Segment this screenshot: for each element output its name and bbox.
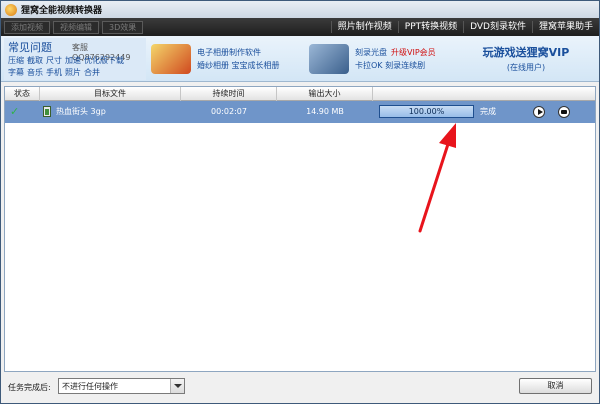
col-file[interactable]: 目标文件 [40, 87, 181, 101]
task-list: 状态 目标文件 持续时间 输出大小 ✓ 热血街头 3gp 00:02:07 14… [4, 86, 596, 372]
effect-3d-button[interactable]: 3D效果 [102, 20, 144, 34]
faq-title[interactable]: 常见问题 [8, 39, 52, 55]
album-promo-links: 电子相册制作软件 婚纱相册 宝宝成长相册 [197, 47, 280, 71]
burn-disc-link[interactable]: 刻录光盘 [355, 47, 387, 58]
faq-link-merge[interactable]: 合并 [84, 67, 100, 78]
apple-helper-link[interactable]: 狸窝苹果助手 [531, 21, 599, 33]
col-duration[interactable]: 持续时间 [181, 87, 277, 101]
table-header: 状态 目标文件 持续时间 输出大小 [5, 87, 595, 101]
vip-upgrade-link[interactable]: 升级VIP会员 [391, 47, 436, 58]
progress-bar: 100.00% [379, 105, 474, 118]
dvd-promo-line1: 刻录光盘 升级VIP会员 [355, 47, 436, 58]
progress-text: 100.00% [408, 107, 445, 116]
window-title: 狸窝全能视频转换器 [21, 6, 103, 16]
promo-banner: 常见问题 客服QQ876292449 压缩 截取 尺寸 加速 优化版下载 字幕 … [1, 36, 599, 82]
task-state: 完成 [480, 107, 496, 116]
wedding-album-link[interactable]: 婚纱相册 宝宝成长相册 [197, 60, 280, 71]
video-edit-button[interactable]: 视频编辑 [53, 20, 99, 34]
after-complete-select[interactable]: 不进行任何操作 [58, 378, 185, 394]
faq-panel: 常见问题 客服QQ876292449 压缩 截取 尺寸 加速 优化版下载 字幕 … [4, 38, 146, 80]
karaoke-link[interactable]: 卡拉OK 刻录连续剧 [355, 60, 436, 71]
after-complete-value: 不进行任何操作 [62, 382, 118, 391]
output-size: 14.90 MB [306, 107, 344, 116]
open-folder-button[interactable] [558, 106, 570, 118]
after-complete-label: 任务完成后: [8, 383, 51, 392]
ppt-video-link[interactable]: PPT转换视频 [397, 21, 463, 33]
folder-icon [561, 110, 567, 114]
col-size[interactable]: 输出大小 [277, 87, 373, 101]
duration: 00:02:07 [211, 107, 247, 116]
faq-link-download[interactable]: 优化版下载 [84, 55, 124, 66]
play-icon [538, 109, 543, 115]
faq-link-speed[interactable]: 加速 [65, 55, 81, 66]
faq-link-compress[interactable]: 压缩 [8, 55, 24, 66]
app-window: 狸窝全能视频转换器 添加视频 视频编辑 3D效果 照片制作视频 PPT转换视频 … [0, 0, 600, 404]
faq-links-row1: 压缩 截取 尺寸 加速 优化版下载 [8, 55, 124, 66]
faq-link-photo[interactable]: 照片 [65, 67, 81, 78]
table-row[interactable]: ✓ 热血街头 3gp 00:02:07 14.90 MB 100.00% 完成 [5, 101, 595, 123]
toolbar: 添加视频 视频编辑 3D效果 照片制作视频 PPT转换视频 DVD刻录软件 狸窝… [1, 18, 599, 36]
vip-subtitle: (在线用户) [506, 63, 546, 72]
app-logo-icon [5, 3, 17, 16]
album-promo: 电子相册制作软件 婚纱相册 宝宝成长相册 [151, 44, 280, 74]
faq-link-phone[interactable]: 手机 [46, 67, 62, 78]
album-software-link[interactable]: 电子相册制作软件 [197, 47, 280, 58]
dvd-promo: 刻录光盘 升级VIP会员 卡拉OK 刻录连续剧 [309, 44, 436, 74]
ppt-album-icon[interactable] [151, 44, 191, 74]
col-progress [373, 87, 595, 101]
faq-link-size[interactable]: 尺寸 [46, 55, 62, 66]
dvd-burn-link[interactable]: DVD刻录软件 [463, 21, 532, 33]
vip-promo[interactable]: 玩游戏送狸窝VIP (在线用户) [456, 44, 596, 73]
dvd-burn-icon[interactable] [309, 44, 349, 74]
video-file-icon [43, 106, 51, 117]
annotation-arrow-icon [418, 123, 456, 233]
vip-title[interactable]: 玩游戏送狸窝VIP [456, 44, 596, 60]
cancel-button[interactable]: 取消 [519, 378, 592, 394]
chevron-down-icon[interactable] [170, 379, 184, 393]
faq-link-trim[interactable]: 截取 [27, 55, 43, 66]
file-name: 热血街头 3gp [56, 107, 106, 116]
play-button[interactable] [533, 106, 545, 118]
bottom-bar: 任务完成后: 不进行任何操作 取消 [1, 373, 599, 403]
photo-video-link[interactable]: 照片制作视频 [330, 21, 398, 33]
faq-link-subtitle[interactable]: 字幕 [8, 67, 24, 78]
faq-link-music[interactable]: 音乐 [27, 67, 43, 78]
toolbar-links: 照片制作视频 PPT转换视频 DVD刻录软件 狸窝苹果助手 [330, 21, 599, 33]
dvd-promo-links: 刻录光盘 升级VIP会员 卡拉OK 刻录连续剧 [355, 47, 436, 71]
add-video-button[interactable]: 添加视频 [4, 20, 50, 34]
col-status[interactable]: 状态 [5, 87, 40, 101]
faq-links-row2: 字幕 音乐 手机 照片 合并 [8, 67, 100, 78]
title-bar: 狸窝全能视频转换器 [1, 1, 599, 18]
check-icon: ✓ [10, 105, 20, 118]
